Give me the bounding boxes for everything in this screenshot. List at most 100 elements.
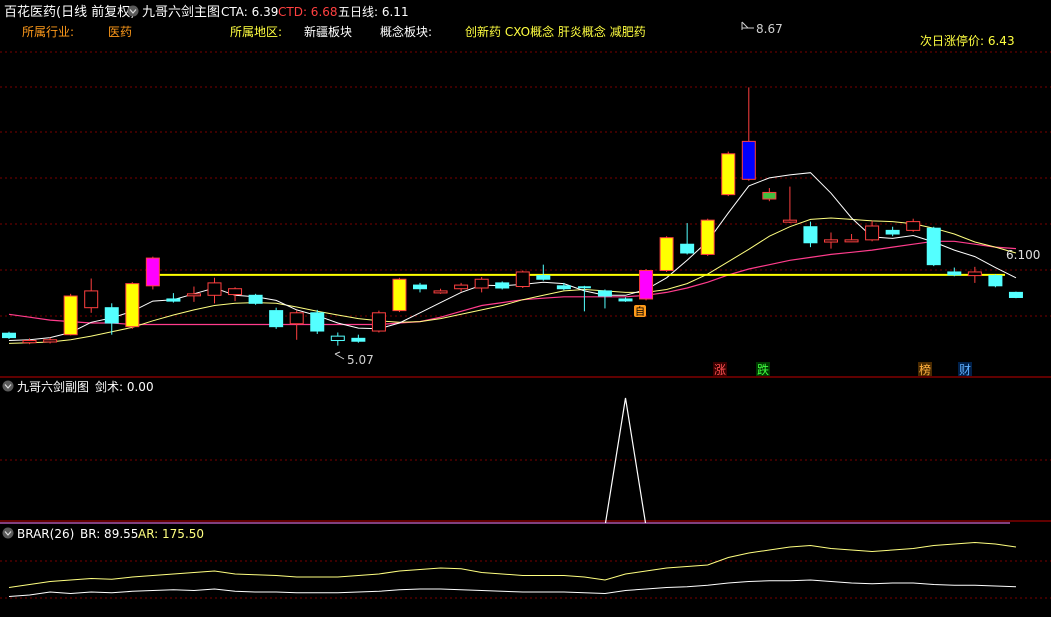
limit-price: 次日涨停价: 6.43: [920, 33, 1015, 48]
candle: [392, 277, 407, 313]
candle: [351, 334, 366, 343]
sub2-menu-button[interactable]: [2, 527, 14, 539]
candle: [207, 277, 222, 304]
candle: [680, 223, 695, 255]
candle-body: [536, 275, 551, 280]
industry-value: 医药: [108, 25, 132, 39]
svg-text:财: 财: [959, 363, 971, 377]
high-marker: 8.67: [741, 21, 783, 36]
candle-body: [556, 285, 571, 290]
candles-group: [2, 87, 1023, 346]
indicator-menu-button[interactable]: [127, 5, 139, 17]
concept-label: 概念板块:: [380, 24, 432, 39]
candle-body: [741, 140, 756, 180]
candle: [248, 293, 263, 305]
tag-cai[interactable]: 财: [958, 362, 972, 377]
low-marker: 5.07: [334, 351, 374, 367]
candle: [515, 270, 530, 288]
candle-body: [721, 153, 736, 196]
stock-title: 百花医药(日线 前复权): [4, 4, 135, 20]
candle: [289, 310, 304, 340]
candle-body: [988, 275, 1003, 287]
candle-body: [782, 219, 797, 223]
candle-body: [248, 294, 263, 304]
candle-body: [186, 293, 201, 297]
candle-body: [43, 339, 58, 343]
ctd-value: CTD: 6.68: [278, 5, 338, 19]
candle: [659, 236, 674, 272]
candle-body: [104, 307, 119, 324]
sub1-header: 九哥六剑副图 剑术: 0.00: [2, 379, 154, 394]
ma5-value: 五日线: 6.11: [338, 5, 409, 19]
candle: [556, 282, 571, 291]
candle: [967, 266, 982, 283]
high-price-label: 8.67: [756, 22, 783, 36]
sub2-title: BRAR(26): [17, 527, 74, 541]
candle-body: [454, 284, 469, 290]
candle: [885, 226, 900, 237]
candle: [371, 310, 386, 333]
candle-body: [680, 243, 695, 254]
candle-body: [413, 284, 427, 290]
candle-body: [207, 282, 222, 296]
candle: [988, 274, 1003, 288]
candle: [700, 218, 715, 256]
region-label: 所属地区:: [230, 25, 282, 39]
candle-body: [762, 191, 777, 200]
candle: [84, 278, 99, 313]
cta-value: CTA: 6.39: [221, 5, 278, 19]
svg-text:涨: 涨: [714, 362, 726, 377]
candle-body: [885, 229, 900, 235]
candle-body: [803, 226, 818, 244]
candle-body: [63, 295, 78, 336]
chart-canvas: 8.67 5.07 6.100 自 涨 跌 榜 财 百花医药(日线 前复权) 九: [0, 4, 1051, 599]
candle-body: [515, 271, 530, 288]
candle-body: [125, 283, 140, 328]
candle: [824, 232, 838, 249]
candle-body: [330, 335, 345, 342]
concept-value: 创新药 CXO概念 肝炎概念 减肥药: [465, 24, 646, 39]
main-header: 百花医药(日线 前复权) 九哥六剑主图 CTA: 6.39 CTD: 6.68 …: [4, 4, 409, 20]
tag-bang[interactable]: 榜: [918, 362, 932, 377]
candle: [125, 282, 140, 329]
candle: [310, 309, 325, 334]
candle: [269, 307, 284, 329]
candle: [228, 287, 243, 302]
candle: [536, 264, 551, 281]
ma5-line: [8, 172, 1017, 341]
candle-body: [926, 227, 941, 266]
candle: [741, 87, 756, 181]
svg-text:自: 自: [635, 305, 645, 318]
candle-body: [145, 257, 160, 287]
candle-body: [84, 290, 99, 309]
ar-line: [8, 579, 1017, 597]
candle-body: [906, 221, 921, 231]
sub1-menu-button[interactable]: [2, 380, 14, 392]
sub1-value: 剑术: 0.00: [95, 379, 154, 394]
candle: [597, 289, 612, 309]
sub2-header: BRAR(26) BR: 89.55 AR: 175.50: [2, 527, 204, 541]
ma-long-line: [8, 240, 1017, 326]
candle: [413, 282, 427, 293]
candle-body: [618, 298, 633, 302]
candle: [926, 226, 941, 267]
candle: [433, 288, 448, 294]
region-value: 新疆板块: [304, 24, 352, 39]
candle-body: [371, 312, 386, 332]
candle-body: [865, 225, 880, 241]
ar-value: AR: 175.50: [138, 527, 204, 541]
tag-zhang[interactable]: 涨: [713, 362, 727, 377]
svg-text:跌: 跌: [757, 362, 769, 377]
candle-body: [310, 312, 325, 332]
candle: [803, 221, 818, 248]
tag-zi[interactable]: 自: [634, 305, 646, 318]
candle-body: [166, 298, 181, 302]
candle-body: [228, 288, 243, 296]
svg-text:榜: 榜: [919, 362, 931, 377]
candle-body: [947, 271, 962, 276]
tag-die[interactable]: 跌: [756, 362, 770, 377]
candle-body: [289, 312, 304, 325]
candle: [721, 151, 736, 197]
candle: [618, 297, 633, 302]
candle: [906, 218, 921, 232]
